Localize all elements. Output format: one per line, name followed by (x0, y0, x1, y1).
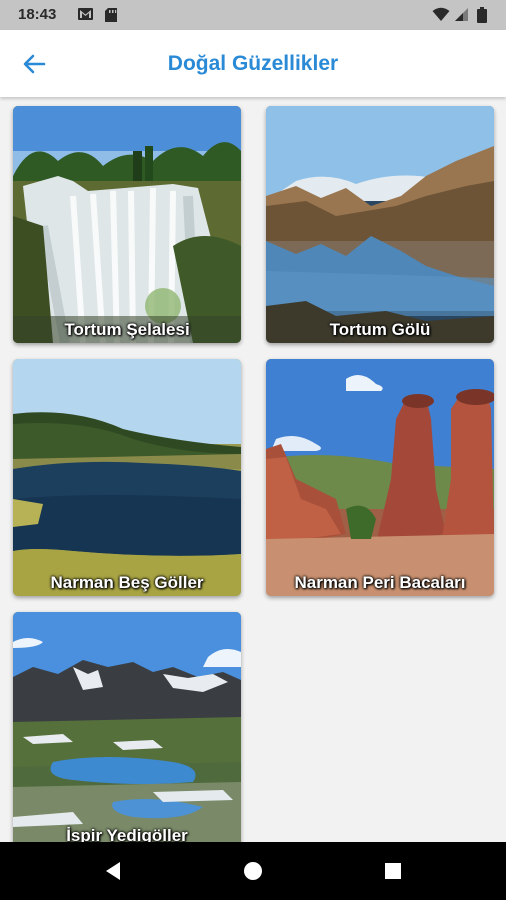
app-bar: Doğal Güzellikler (0, 30, 506, 97)
nav-back-icon[interactable] (102, 859, 126, 883)
lake-forest-photo (13, 359, 241, 596)
place-name: Narman Peri Bacaları (294, 573, 466, 592)
place-card-ispir-yedigoller[interactable]: İspir Yedigöller (13, 612, 241, 842)
place-name: Narman Beş Göller (50, 573, 204, 592)
places-grid: Tortum Şelalesi Tortum Gölü Narman Beş G… (0, 97, 506, 842)
fairy-chimneys-photo (266, 359, 494, 596)
signal-icon (455, 8, 468, 21)
mountain-lakes-photo (13, 612, 241, 842)
place-card-narman-bes-goller[interactable]: Narman Beş Göller (13, 359, 241, 596)
status-time: 18:43 (18, 6, 57, 23)
battery-icon (477, 7, 487, 23)
system-nav-bar (0, 842, 506, 900)
sd-card-icon (105, 8, 117, 22)
lake-mountain-photo (266, 106, 494, 343)
place-name: İspir Yedigöller (66, 826, 188, 842)
place-card-tortum-selalesi[interactable]: Tortum Şelalesi (13, 106, 241, 343)
nav-recents-icon[interactable] (381, 859, 405, 883)
wifi-icon (432, 7, 450, 21)
status-bar: 18:43 (0, 0, 506, 30)
waterfall-photo (13, 106, 241, 343)
place-card-narman-peri-bacalari[interactable]: Narman Peri Bacaları (266, 359, 494, 596)
place-name: Tortum Gölü (329, 320, 431, 339)
place-card-tortum-golu[interactable]: Tortum Gölü (266, 106, 494, 343)
nav-home-icon[interactable] (241, 859, 265, 883)
gmail-icon (78, 8, 93, 20)
place-name: Tortum Şelalesi (64, 320, 190, 339)
page-title: Doğal Güzellikler (167, 52, 339, 75)
